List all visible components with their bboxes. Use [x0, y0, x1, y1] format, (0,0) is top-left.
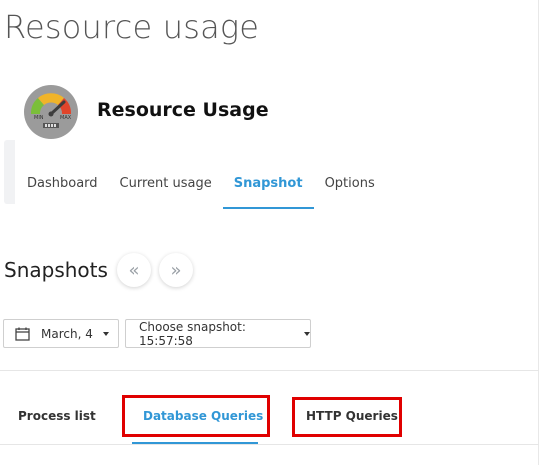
double-chevron-left-icon: « — [128, 259, 140, 281]
next-snapshot-button[interactable]: » — [159, 253, 193, 287]
app-name: Resource Usage — [97, 99, 269, 121]
tab-current-usage[interactable]: Current usage — [120, 176, 212, 209]
date-dropdown-value: March, 4 — [41, 326, 93, 341]
highlight-box-database-queries — [122, 395, 270, 437]
prev-snapshot-button[interactable]: « — [117, 253, 151, 287]
date-dropdown[interactable]: March, 4 — [3, 319, 119, 348]
snapshots-title: Snapshots — [4, 258, 108, 282]
subtab-process-list[interactable]: Process list — [18, 409, 96, 423]
calendar-icon — [15, 327, 30, 341]
page-title: Resource usage — [4, 8, 260, 46]
tab-options[interactable]: Options — [325, 176, 375, 209]
snapshot-time-dropdown[interactable]: Choose snapshot: 15:57:58 — [125, 319, 311, 348]
tab-dashboard[interactable]: Dashboard — [27, 176, 98, 209]
snapshot-dropdown-value: Choose snapshot: 15:57:58 — [139, 319, 246, 348]
tab-snapshot[interactable]: Snapshot — [222, 176, 314, 209]
main-nav: Dashboard Current usage Snapshot Options — [27, 176, 397, 209]
caret-down-icon — [304, 331, 310, 336]
double-chevron-right-icon: » — [170, 259, 182, 281]
subtabs-divider — [0, 444, 539, 445]
speedometer-gauge-icon: MIN MAX — [24, 85, 78, 139]
left-accent-bar — [4, 140, 15, 204]
caret-down-icon — [102, 331, 109, 336]
gauge-max-label: MAX — [60, 115, 72, 121]
highlight-box-http-queries — [292, 397, 402, 437]
section-divider — [0, 370, 539, 371]
gauge-min-label: MIN — [34, 115, 44, 121]
